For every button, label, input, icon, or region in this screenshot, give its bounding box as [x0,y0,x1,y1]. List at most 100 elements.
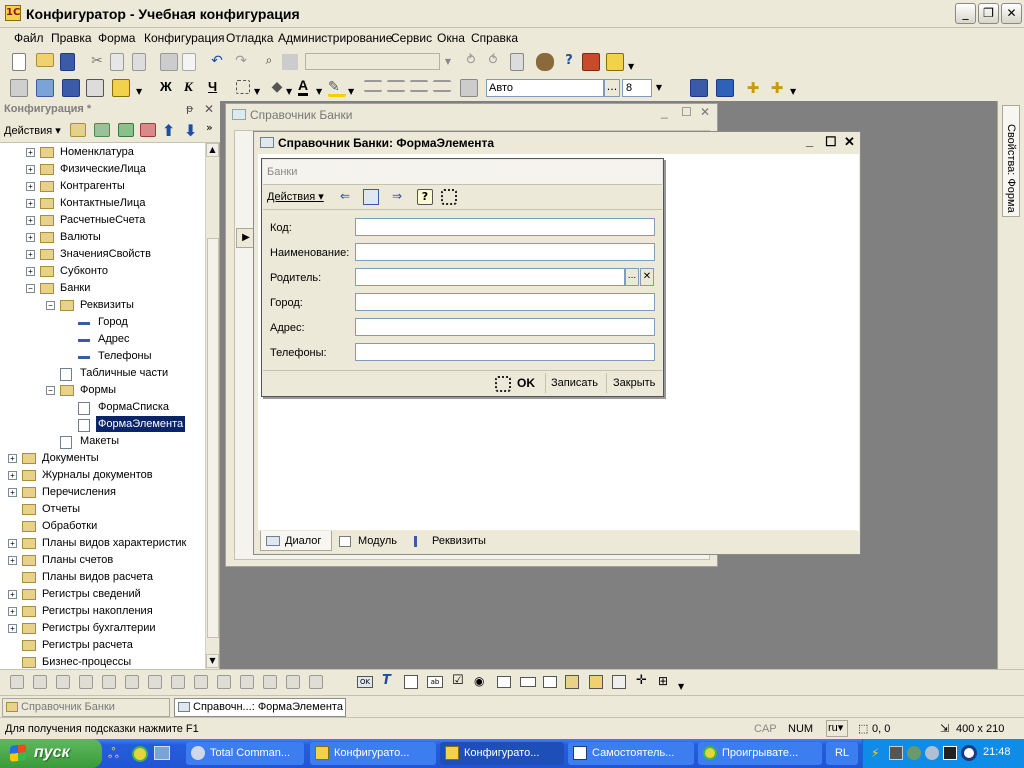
input-control-icon[interactable] [497,676,511,688]
close-icon[interactable]: ✕ [204,102,214,116]
maximize-icon[interactable]: ☐ [825,134,837,150]
menu-debug[interactable]: Отладка [226,31,273,45]
window-list-icon[interactable] [510,53,524,71]
status-lang[interactable]: ru▾ [826,720,848,737]
restore-button[interactable]: ❐ [978,3,999,24]
align-center-icon[interactable] [387,80,405,92]
tree-item[interactable]: Адрес [0,331,205,347]
tree-item[interactable]: Макеты [0,433,205,449]
align-left-edges-icon[interactable] [10,675,24,689]
tree-item[interactable]: Регистры расчета [0,637,205,653]
minimize-icon[interactable]: _ [661,105,668,119]
insert-icon[interactable]: ✚ [744,79,762,97]
tree-item[interactable]: Телефоны [0,348,205,364]
expand-icon[interactable]: + [8,590,17,599]
find-next-icon[interactable]: ⥁ [462,53,480,71]
align-right-icon[interactable] [410,80,428,92]
fill-color-icon[interactable]: ◆ [268,79,286,97]
tray-monitor-icon[interactable] [889,746,903,760]
table-control-icon[interactable] [404,675,418,689]
tray-volume-icon[interactable] [925,746,939,760]
chevron-down-icon[interactable]: ▼ [348,87,354,96]
align-top-icon[interactable] [79,675,93,689]
preview-icon[interactable] [182,53,196,71]
size-width-icon[interactable] [148,675,162,689]
phones-field[interactable] [355,343,655,361]
language-indicator[interactable]: RL [826,742,858,765]
chevron-down-icon[interactable]: ▼ [254,87,260,96]
task-word-document[interactable]: Самостоятель... [568,742,694,765]
task-media-player[interactable]: Проигрывате... [698,742,822,765]
tree-item[interactable]: + Регистры накопления [0,603,205,619]
compare-icon[interactable] [86,79,104,97]
add-icon[interactable] [70,123,86,137]
align-center-icon[interactable] [33,675,47,689]
tree-item[interactable]: + Контрагенты [0,178,205,194]
scroll-thumb[interactable] [207,238,219,638]
task-total-commander[interactable]: Total Comman... [186,742,304,765]
tree-item[interactable]: Отчеты [0,501,205,517]
move-down-icon[interactable]: ⬇ [184,121,197,140]
expand-icon[interactable]: + [26,165,35,174]
chevron-down-icon[interactable]: ▼ [316,87,322,96]
maximize-icon[interactable]: ☐ [681,105,692,119]
more-icon[interactable]: » [206,121,213,134]
expand-icon[interactable]: + [8,556,17,565]
tree-item[interactable]: ФормаЭлемента [0,416,205,432]
menu-configuration[interactable]: Конфигурация [144,31,225,45]
tree-control-icon[interactable]: ⊞ [658,674,668,688]
expand-icon[interactable]: + [8,471,17,480]
tree-item[interactable]: + ЗначенияСвойств [0,246,205,262]
tree-item[interactable]: Табличные части [0,365,205,381]
delete-icon[interactable] [140,123,156,137]
bold-button[interactable]: Ж [160,79,172,94]
tree-item[interactable]: Обработки [0,518,205,534]
expand-icon[interactable]: + [8,454,17,463]
expand-icon[interactable]: + [26,199,35,208]
parent-field[interactable] [355,268,625,286]
expand-icon[interactable]: + [26,233,35,242]
grid-control-icon[interactable] [612,675,626,689]
chevron-down-icon[interactable]: ▼ [286,87,292,96]
window-tab-list[interactable]: Справочник Банки [2,698,170,717]
save-button[interactable]: Записать [551,377,598,389]
tree-item[interactable]: + Регистры сведений [0,586,205,602]
task-configurator-2[interactable]: Конфигурато... [440,742,564,765]
menu-windows[interactable]: Окна [437,31,465,45]
font-color-icon[interactable]: A [298,77,309,96]
tree-item[interactable]: Планы видов расчета [0,569,205,585]
move-up-icon[interactable]: ⬆ [162,121,175,140]
dialog-actions-menu[interactable]: Действия ▾ [267,190,324,203]
chevron-down-icon[interactable]: ▼ [442,53,454,70]
grid-icon[interactable] [309,675,323,689]
chevron-down-icon[interactable]: ▼ [678,682,684,691]
code-field[interactable] [355,218,655,236]
chevron-down-icon[interactable]: ▼ [652,79,666,97]
expand-icon[interactable]: + [26,250,35,259]
search-combo[interactable] [305,53,440,70]
actions-menu[interactable]: Действия ▾ [4,124,61,137]
start-button[interactable]: пуск [0,739,102,768]
lock-icon[interactable] [62,79,80,97]
menu-form[interactable]: Форма [98,31,135,45]
task-configurator-1[interactable]: Конфигурато... [310,742,436,765]
city-field[interactable] [355,293,655,311]
size-height-icon[interactable] [171,675,185,689]
name-field[interactable] [355,243,655,261]
run-icon[interactable] [112,79,130,97]
size-both-icon[interactable] [194,675,208,689]
copy-icon[interactable] [94,123,110,137]
radio-control-icon[interactable]: ◉ [474,674,484,688]
tree-item[interactable]: ФормаСписка [0,399,205,415]
parent-select-button[interactable]: ... [625,268,639,286]
menu-administration[interactable]: Администрирование [278,31,392,45]
center-v-icon[interactable] [286,675,300,689]
scroll-up-icon[interactable]: ▲ [206,143,219,157]
close-button[interactable]: ✕ [1001,3,1022,24]
ok-control-icon[interactable]: OK [357,676,373,688]
expand-icon[interactable]: + [8,539,17,548]
new-icon[interactable] [12,53,26,71]
prev-icon[interactable]: ⇐ [337,189,353,205]
tree-item[interactable]: + Перечисления [0,484,205,500]
menu-service[interactable]: Сервис [391,31,432,45]
